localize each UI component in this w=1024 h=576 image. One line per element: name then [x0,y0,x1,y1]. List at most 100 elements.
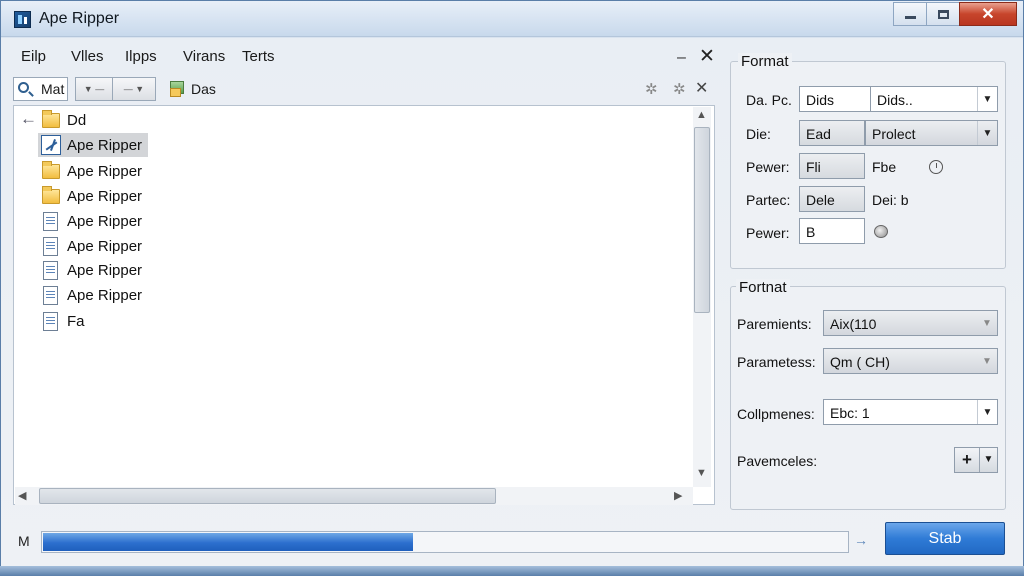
back-arrow-icon[interactable]: ← [20,109,37,129]
tree-row[interactable]: Ape Ripper [14,209,694,233]
location-folder-icon [170,81,184,97]
pane-close-button[interactable]: ✕ [699,45,715,68]
menu-item-4[interactable]: Virans [183,48,225,65]
fortnat-row-label: Pavemceles: [737,453,818,469]
tree-row[interactable]: Ape Ripper [14,133,694,157]
minimize-icon [904,16,916,19]
toolbar-close-icon[interactable]: ✕ [695,78,708,98]
disc-icon[interactable] [874,225,888,238]
menu-item-1[interactable]: Eilp [21,48,46,65]
tree-row[interactable]: Ape Ripper [14,159,694,183]
format-field[interactable]: Dids [799,86,871,112]
tree-row[interactable]: Ape Ripper [14,283,694,307]
tree-row[interactable]: ← Dd [14,108,694,132]
horizontal-scrollbar[interactable]: ◀ ▶ [15,487,693,505]
fortnat-row-label: Paremients: [737,316,812,332]
chevron-down-icon: ▼ [982,317,992,329]
document-icon [43,212,58,231]
tree-row-label: Ape Ripper [67,287,143,304]
pane-minimize-button[interactable]: – [677,49,686,67]
start-button[interactable]: Stab [885,522,1005,555]
fortnat-row-label: Parametess: [737,354,816,370]
format-dropdown-value: Prolect [872,126,916,142]
chevron-down-icon: ▼ [979,448,997,472]
folder-icon [42,110,60,128]
folder-icon [42,161,60,179]
document-icon [43,286,58,305]
tree-row-label: Ape Ripper [67,137,143,154]
close-icon: ✕ [981,6,995,23]
format-field[interactable]: Dele [799,186,865,212]
minimize-button[interactable] [893,2,927,26]
app-icon [41,135,61,155]
search-icon [18,82,29,93]
vertical-scrollbar[interactable]: ▲ ▼ [693,107,711,487]
progress-bar [41,531,849,553]
app-window: Ape Ripper ✕ Eilp Vlles Ilpps Virans Ter… [0,0,1024,576]
chevron-down-icon: ▼ [977,87,997,111]
menu-item-5[interactable]: Terts [242,48,275,65]
horizontal-scroll-thumb[interactable] [39,488,496,504]
menu-item-3[interactable]: Ilpps [125,48,157,65]
format-dropdown[interactable]: Dids.. ▼ [870,86,998,112]
fortnat-dropdown-value: Ebc: 1 [830,405,870,421]
document-icon [43,237,58,256]
tree-row[interactable]: Ape Ripper [14,234,694,258]
format-row-label: Die: [746,126,771,142]
status-label: M [18,533,30,549]
format-row-label: Pewer: [746,225,790,241]
clock-icon[interactable] [929,160,943,174]
document-icon [43,312,58,331]
caption-buttons: ✕ [893,2,1017,26]
fortnat-dropdown-value: Aix(110 [830,316,877,332]
scroll-right-icon[interactable]: ▶ [674,489,682,502]
progress-arrow-icon[interactable]: → [854,532,868,548]
scroll-up-icon[interactable]: ▲ [696,109,707,121]
format-value: Fbe [872,159,897,175]
scroll-down-icon[interactable]: ▼ [696,467,707,479]
tree-row[interactable]: Fa [14,309,694,333]
tree-row-label: Ape Ripper [67,238,143,255]
add-button[interactable]: + ▼ [954,447,998,473]
search-input-text: Mat [41,81,65,97]
toolbar: Mat ▼ — — ▼ Das ✲ ✲ ✕ [13,77,715,103]
format-dropdown[interactable]: Prolect ▼ [865,120,998,146]
maximize-icon [937,9,949,19]
tree-row-label: Ape Ripper [67,213,143,230]
document-icon [43,261,58,280]
format-field[interactable]: B [799,218,865,244]
format-row-label: Pewer: [746,159,790,175]
format-group-title: Format [738,53,792,70]
file-tree: ← Dd Ape Ripper Ape Ripper Ape Ripper Ap… [13,105,715,505]
vertical-scroll-thumb[interactable] [694,127,710,313]
close-button[interactable]: ✕ [959,2,1017,26]
fortnat-dropdown[interactable]: Aix(110 ▼ [823,310,998,336]
tree-row-label: Ape Ripper [67,163,143,180]
tree-row-label: Dd [67,112,87,129]
tree-row[interactable]: Ape Ripper [14,184,694,208]
sort-dropdown[interactable]: — ▼ [112,77,156,101]
format-value: Dei: b [872,192,909,208]
title-bar[interactable]: Ape Ripper ✕ [1,1,1023,37]
format-field[interactable]: Ead [799,120,865,146]
menu-item-2[interactable]: Vlles [71,48,104,65]
refresh-icon[interactable]: ✲ [645,80,658,98]
menu-bar: Eilp Vlles Ilpps Virans Terts [19,45,719,69]
search-input[interactable]: Mat [13,77,68,101]
chevron-down-icon: ▼ [982,355,992,367]
fortnat-dropdown-value: Qm ( CH) [830,354,890,370]
location-label[interactable]: Das [191,81,216,97]
fortnat-dropdown[interactable]: Ebc: 1 ▼ [823,399,998,425]
plus-icon: + [962,450,972,469]
fortnat-group-title: Fortnat [736,279,790,296]
maximize-button[interactable] [926,2,960,26]
view-dropdown[interactable]: ▼ — [75,77,113,101]
settings-icon[interactable]: ✲ [673,80,686,98]
fortnat-row-label: Collpmenes: [737,406,815,422]
scroll-left-icon[interactable]: ◀ [18,489,26,502]
format-field[interactable]: Fli [799,153,865,179]
app-logo-icon [14,11,31,28]
fortnat-dropdown[interactable]: Qm ( CH) ▼ [823,348,998,374]
tree-row[interactable]: Ape Ripper [14,258,694,282]
folder-icon [42,186,60,204]
